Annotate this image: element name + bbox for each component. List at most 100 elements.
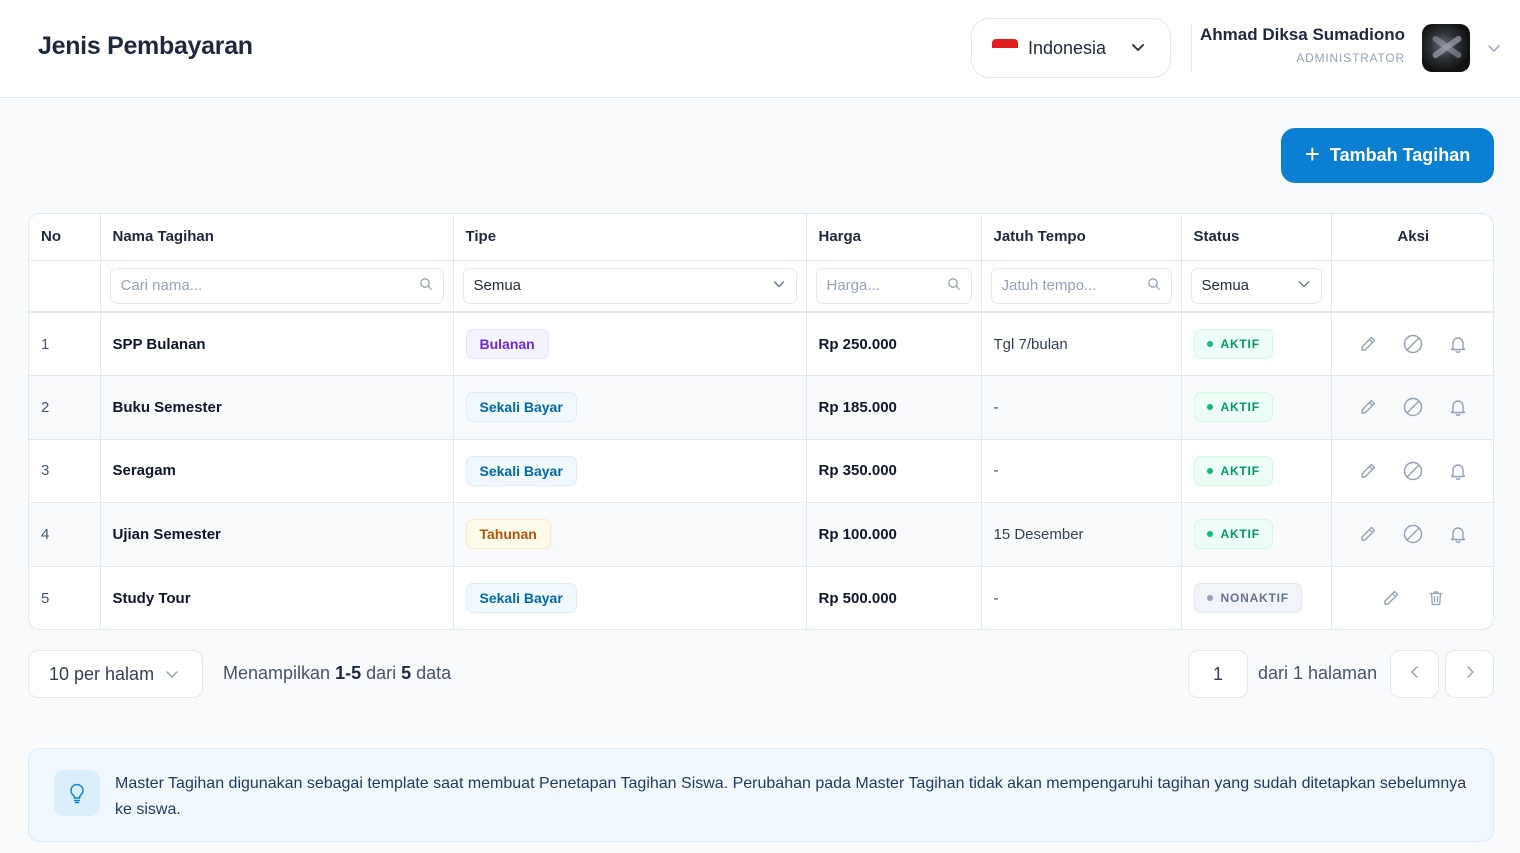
status-filter-select[interactable]: Semua <box>1190 267 1322 304</box>
status-label: AKTIF <box>1220 463 1260 478</box>
column-header-actions: Aksi <box>1331 214 1493 261</box>
column-header-price: Harga <box>806 214 982 261</box>
name-search-placeholder: Cari nama... <box>120 277 203 295</box>
language-select[interactable]: Indonesia <box>971 18 1171 78</box>
due-cell: Tgl 7/bulan <box>981 312 1182 376</box>
next-page-button[interactable] <box>1445 650 1494 698</box>
price-cell: Rp 250.000 <box>806 312 982 376</box>
status-cell: NONAKTIF <box>1181 566 1332 629</box>
status-cell: AKTIF <box>1181 375 1332 440</box>
bill-types-table: No Nama Tagihan Tipe Harga Jatuh Tempo S… <box>28 213 1494 630</box>
showing-summary: Menampilkan 1-5 dari 5 data <box>223 663 451 684</box>
edit-pencil-icon[interactable] <box>1357 523 1379 545</box>
status-filter-value: Semua <box>1201 277 1250 295</box>
edit-pencil-icon[interactable] <box>1357 460 1379 482</box>
deactivate-ban-icon[interactable] <box>1402 523 1424 545</box>
chevron-down-icon <box>772 277 786 295</box>
deactivate-ban-icon[interactable] <box>1402 460 1424 482</box>
price-cell: Rp 500.000 <box>806 566 982 629</box>
type-badge: Tahunan <box>465 519 551 550</box>
type-cell: Sekali Bayar <box>453 566 807 629</box>
bill-name: Ujian Semester <box>100 502 454 567</box>
status-label: NONAKTIF <box>1220 591 1289 605</box>
row-number: 4 <box>29 502 101 567</box>
status-cell: AKTIF <box>1181 312 1332 376</box>
actions-cell <box>1331 439 1493 503</box>
due-cell: - <box>981 439 1182 503</box>
notify-bell-icon[interactable] <box>1447 333 1469 355</box>
type-cell: Sekali Bayar <box>453 375 807 440</box>
chevron-down-icon <box>164 666 180 687</box>
name-search-input[interactable]: Cari nama... <box>109 267 444 304</box>
showing-range: 1-5 <box>335 663 362 683</box>
delete-trash-icon[interactable] <box>1425 587 1447 609</box>
page-count-label: dari 1 halaman <box>1258 663 1378 683</box>
user-role: ADMINISTRATOR <box>1296 51 1405 65</box>
chevron-left-icon <box>1407 664 1423 685</box>
type-filter-select[interactable]: Semua <box>462 267 797 304</box>
edit-pencil-icon[interactable] <box>1380 587 1402 609</box>
price-cell: Rp 100.000 <box>806 502 982 567</box>
filter-cell-name: Cari nama... <box>100 260 454 313</box>
filter-cell-due: Jatuh tempo... <box>981 260 1182 313</box>
prev-page-button[interactable] <box>1390 650 1439 698</box>
current-page-input[interactable]: 1 <box>1188 650 1248 698</box>
language-label: Indonesia <box>1028 37 1107 58</box>
status-badge: AKTIF <box>1193 455 1273 486</box>
type-filter-value: Semua <box>473 277 522 295</box>
lightbulb-icon <box>54 770 100 816</box>
per-page-value: 10 per halam <box>49 663 155 684</box>
row-number: 1 <box>29 312 101 376</box>
edit-pencil-icon[interactable] <box>1357 333 1379 355</box>
bill-name: Seragam <box>100 439 454 503</box>
deactivate-ban-icon[interactable] <box>1402 333 1424 355</box>
status-dot-icon <box>1206 341 1213 347</box>
add-bill-label: Tambah Tagihan <box>1329 145 1471 165</box>
column-header-name: Nama Tagihan <box>100 214 454 261</box>
header-divider <box>1191 24 1192 72</box>
type-badge: Sekali Bayar <box>465 392 577 423</box>
user-menu-chevron-icon[interactable] <box>1486 40 1502 61</box>
status-badge: AKTIF <box>1193 392 1273 423</box>
price-cell: Rp 185.000 <box>806 375 982 440</box>
showing-mid: dari <box>361 663 402 683</box>
filter-cell-actions <box>1331 260 1493 313</box>
price-cell: Rp 350.000 <box>806 439 982 503</box>
actions-cell <box>1331 566 1493 629</box>
plus-icon: + <box>1304 139 1320 169</box>
showing-suffix: data <box>411 663 452 683</box>
bill-name: Study Tour <box>100 566 454 629</box>
notify-bell-icon[interactable] <box>1447 460 1469 482</box>
due-cell: 15 Desember <box>981 502 1182 567</box>
deactivate-ban-icon[interactable] <box>1402 396 1424 418</box>
column-header-status: Status <box>1181 214 1332 261</box>
price-search-input[interactable]: Harga... <box>815 267 972 304</box>
due-cell: - <box>981 375 1182 440</box>
row-number: 5 <box>29 566 101 629</box>
status-dot-icon <box>1206 595 1213 601</box>
per-page-select[interactable]: 10 per halam <box>28 650 203 698</box>
filter-cell-price: Harga... <box>806 260 982 313</box>
price-search-placeholder: Harga... <box>826 277 880 295</box>
add-bill-button[interactable]: + Tambah Tagihan <box>1281 128 1494 183</box>
avatar[interactable] <box>1422 24 1470 72</box>
notify-bell-icon[interactable] <box>1447 523 1469 545</box>
status-cell: AKTIF <box>1181 439 1332 503</box>
status-label: AKTIF <box>1220 337 1260 351</box>
search-icon <box>947 277 961 295</box>
chevron-down-icon <box>1130 39 1146 60</box>
filter-cell-status: Semua <box>1181 260 1332 313</box>
table-row: 4 Ujian Semester Tahunan Rp 100.000 15 D… <box>29 502 1493 567</box>
status-dot-icon <box>1206 531 1213 538</box>
column-header-type: Tipe <box>453 214 807 261</box>
column-header-due: Jatuh Tempo <box>981 214 1182 261</box>
actions-cell <box>1331 312 1493 376</box>
edit-pencil-icon[interactable] <box>1357 396 1379 418</box>
status-label: AKTIF <box>1220 400 1260 415</box>
due-search-input[interactable]: Jatuh tempo... <box>990 267 1172 304</box>
page-title: Jenis Pembayaran <box>38 32 253 60</box>
search-icon <box>1147 277 1161 295</box>
notify-bell-icon[interactable] <box>1447 396 1469 418</box>
indonesia-flag-icon <box>992 39 1018 57</box>
table-row: 5 Study Tour Sekali Bayar Rp 500.000 - N… <box>29 566 1493 629</box>
